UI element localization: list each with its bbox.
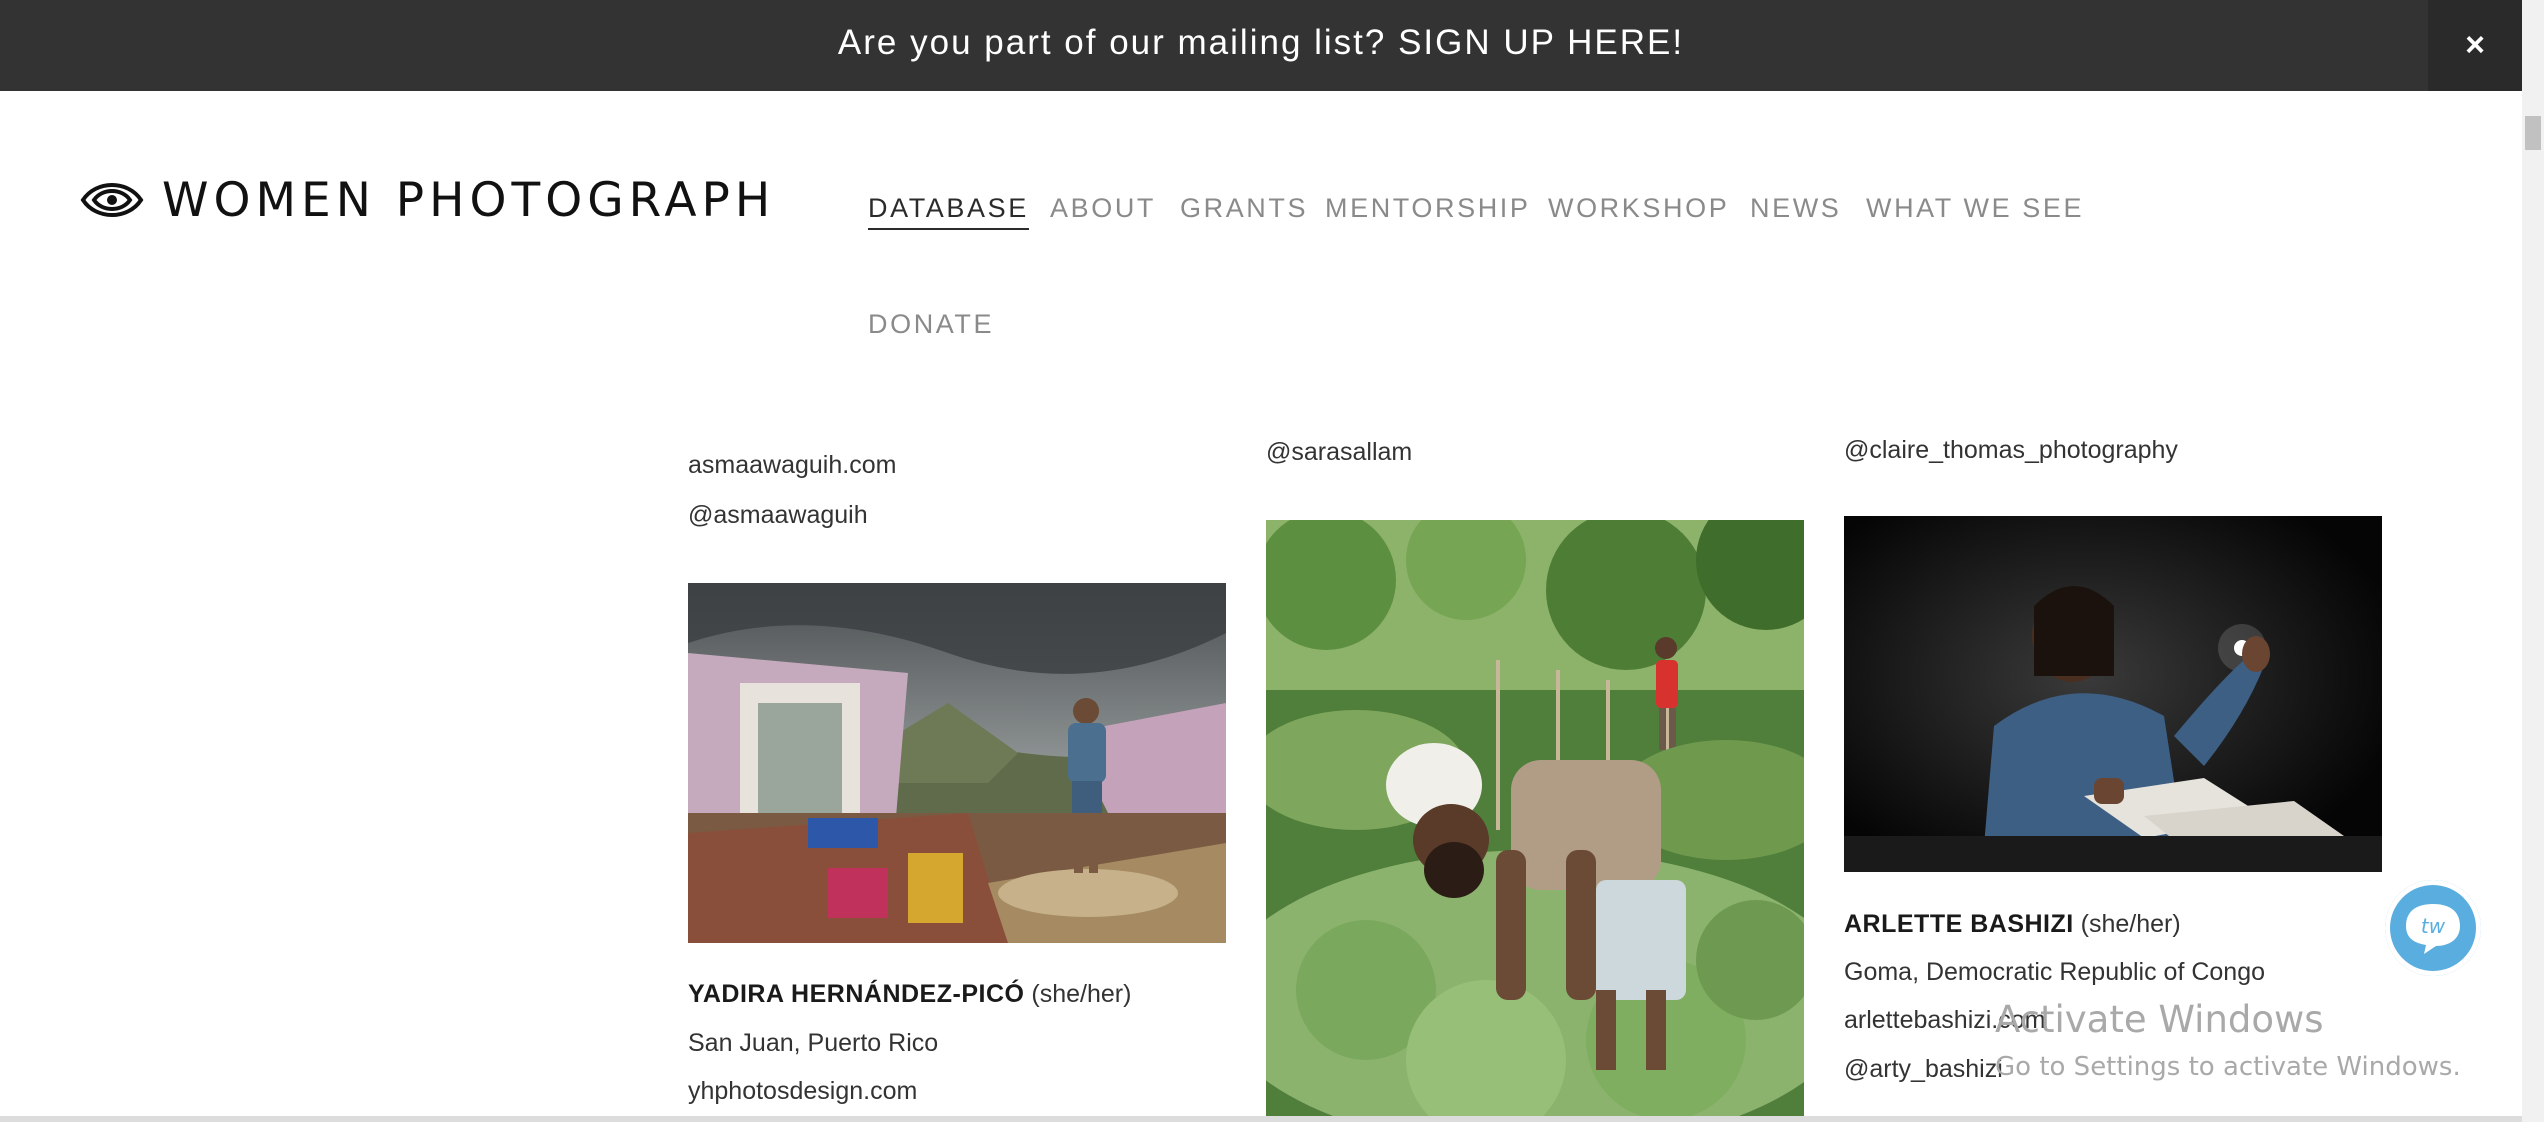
chat-widget-button[interactable]: tw [2385,880,2481,976]
mailing-list-banner: Are you part of our mailing list? SIGN U… [0,0,2522,91]
horizontal-scrollbar[interactable] [0,1116,2522,1122]
chat-bubble-icon: tw [2406,904,2460,954]
instagram-link[interactable]: @claire_thomas_photography [1844,436,2178,465]
photographer-name[interactable]: ARLETTE BASHIZI [1844,910,2074,938]
photographer-name-row: YADIRA HERNÁNDEZ-PICÓ (she/her) [688,980,1131,1009]
vertical-scrollbar[interactable] [2522,0,2544,1122]
instagram-link[interactable]: @asmaawaguih [688,501,868,530]
instagram-link[interactable]: @sarasallam [1266,438,1412,467]
mailing-list-signup-link[interactable]: Are you part of our mailing list? SIGN U… [0,0,2522,91]
instagram-link[interactable]: @arty_bashizi [1844,1055,2003,1084]
nav-news[interactable]: NEWS [1750,193,1841,224]
windows-activation-title: Activate Windows [1995,998,2324,1041]
location: San Juan, Puerto Rico [688,1029,939,1057]
nav-mentorship[interactable]: MENTORSHIP [1325,193,1531,224]
photographer-name[interactable]: YADIRA HERNÁNDEZ-PICÓ [688,980,1024,1008]
site-logo[interactable]: WOMEN PHOTOGRAPH [80,172,775,228]
vertical-scrollbar-thumb[interactable] [2525,116,2541,150]
logo-text: WOMEN PHOTOGRAPH [162,172,776,228]
website-link[interactable]: yhphotosdesign.com [688,1077,917,1106]
chat-label: tw [2421,914,2446,938]
eye-logo-icon [80,183,144,217]
photo-hurricane-house[interactable] [688,583,1226,943]
pronouns: (she/her) [1031,980,1132,1008]
nav-workshop[interactable]: WORKSHOP [1548,193,1729,224]
pronouns: (she/her) [2080,910,2181,938]
nav-about[interactable]: ABOUT [1050,193,1156,224]
close-banner-button[interactable]: × [2428,0,2522,91]
nav-grants[interactable]: GRANTS [1180,193,1308,224]
close-icon: × [2465,26,2485,64]
photo-girl-lamplight[interactable] [1844,516,2382,872]
photo-kale-farmer[interactable] [1266,520,1804,1116]
nav-what-we-see[interactable]: WHAT WE SEE [1866,193,2084,224]
nav-donate[interactable]: DONATE [868,309,994,340]
windows-activation-subtitle: Go to Settings to activate Windows. [1995,1052,2461,1082]
photographer-name-row: ARLETTE BASHIZI (she/her) [1844,910,2181,939]
location: Goma, Democratic Republic of Congo [1844,958,2266,986]
nav-database[interactable]: DATABASE [868,193,1029,230]
website-link[interactable]: asmaawaguih.com [688,451,896,480]
